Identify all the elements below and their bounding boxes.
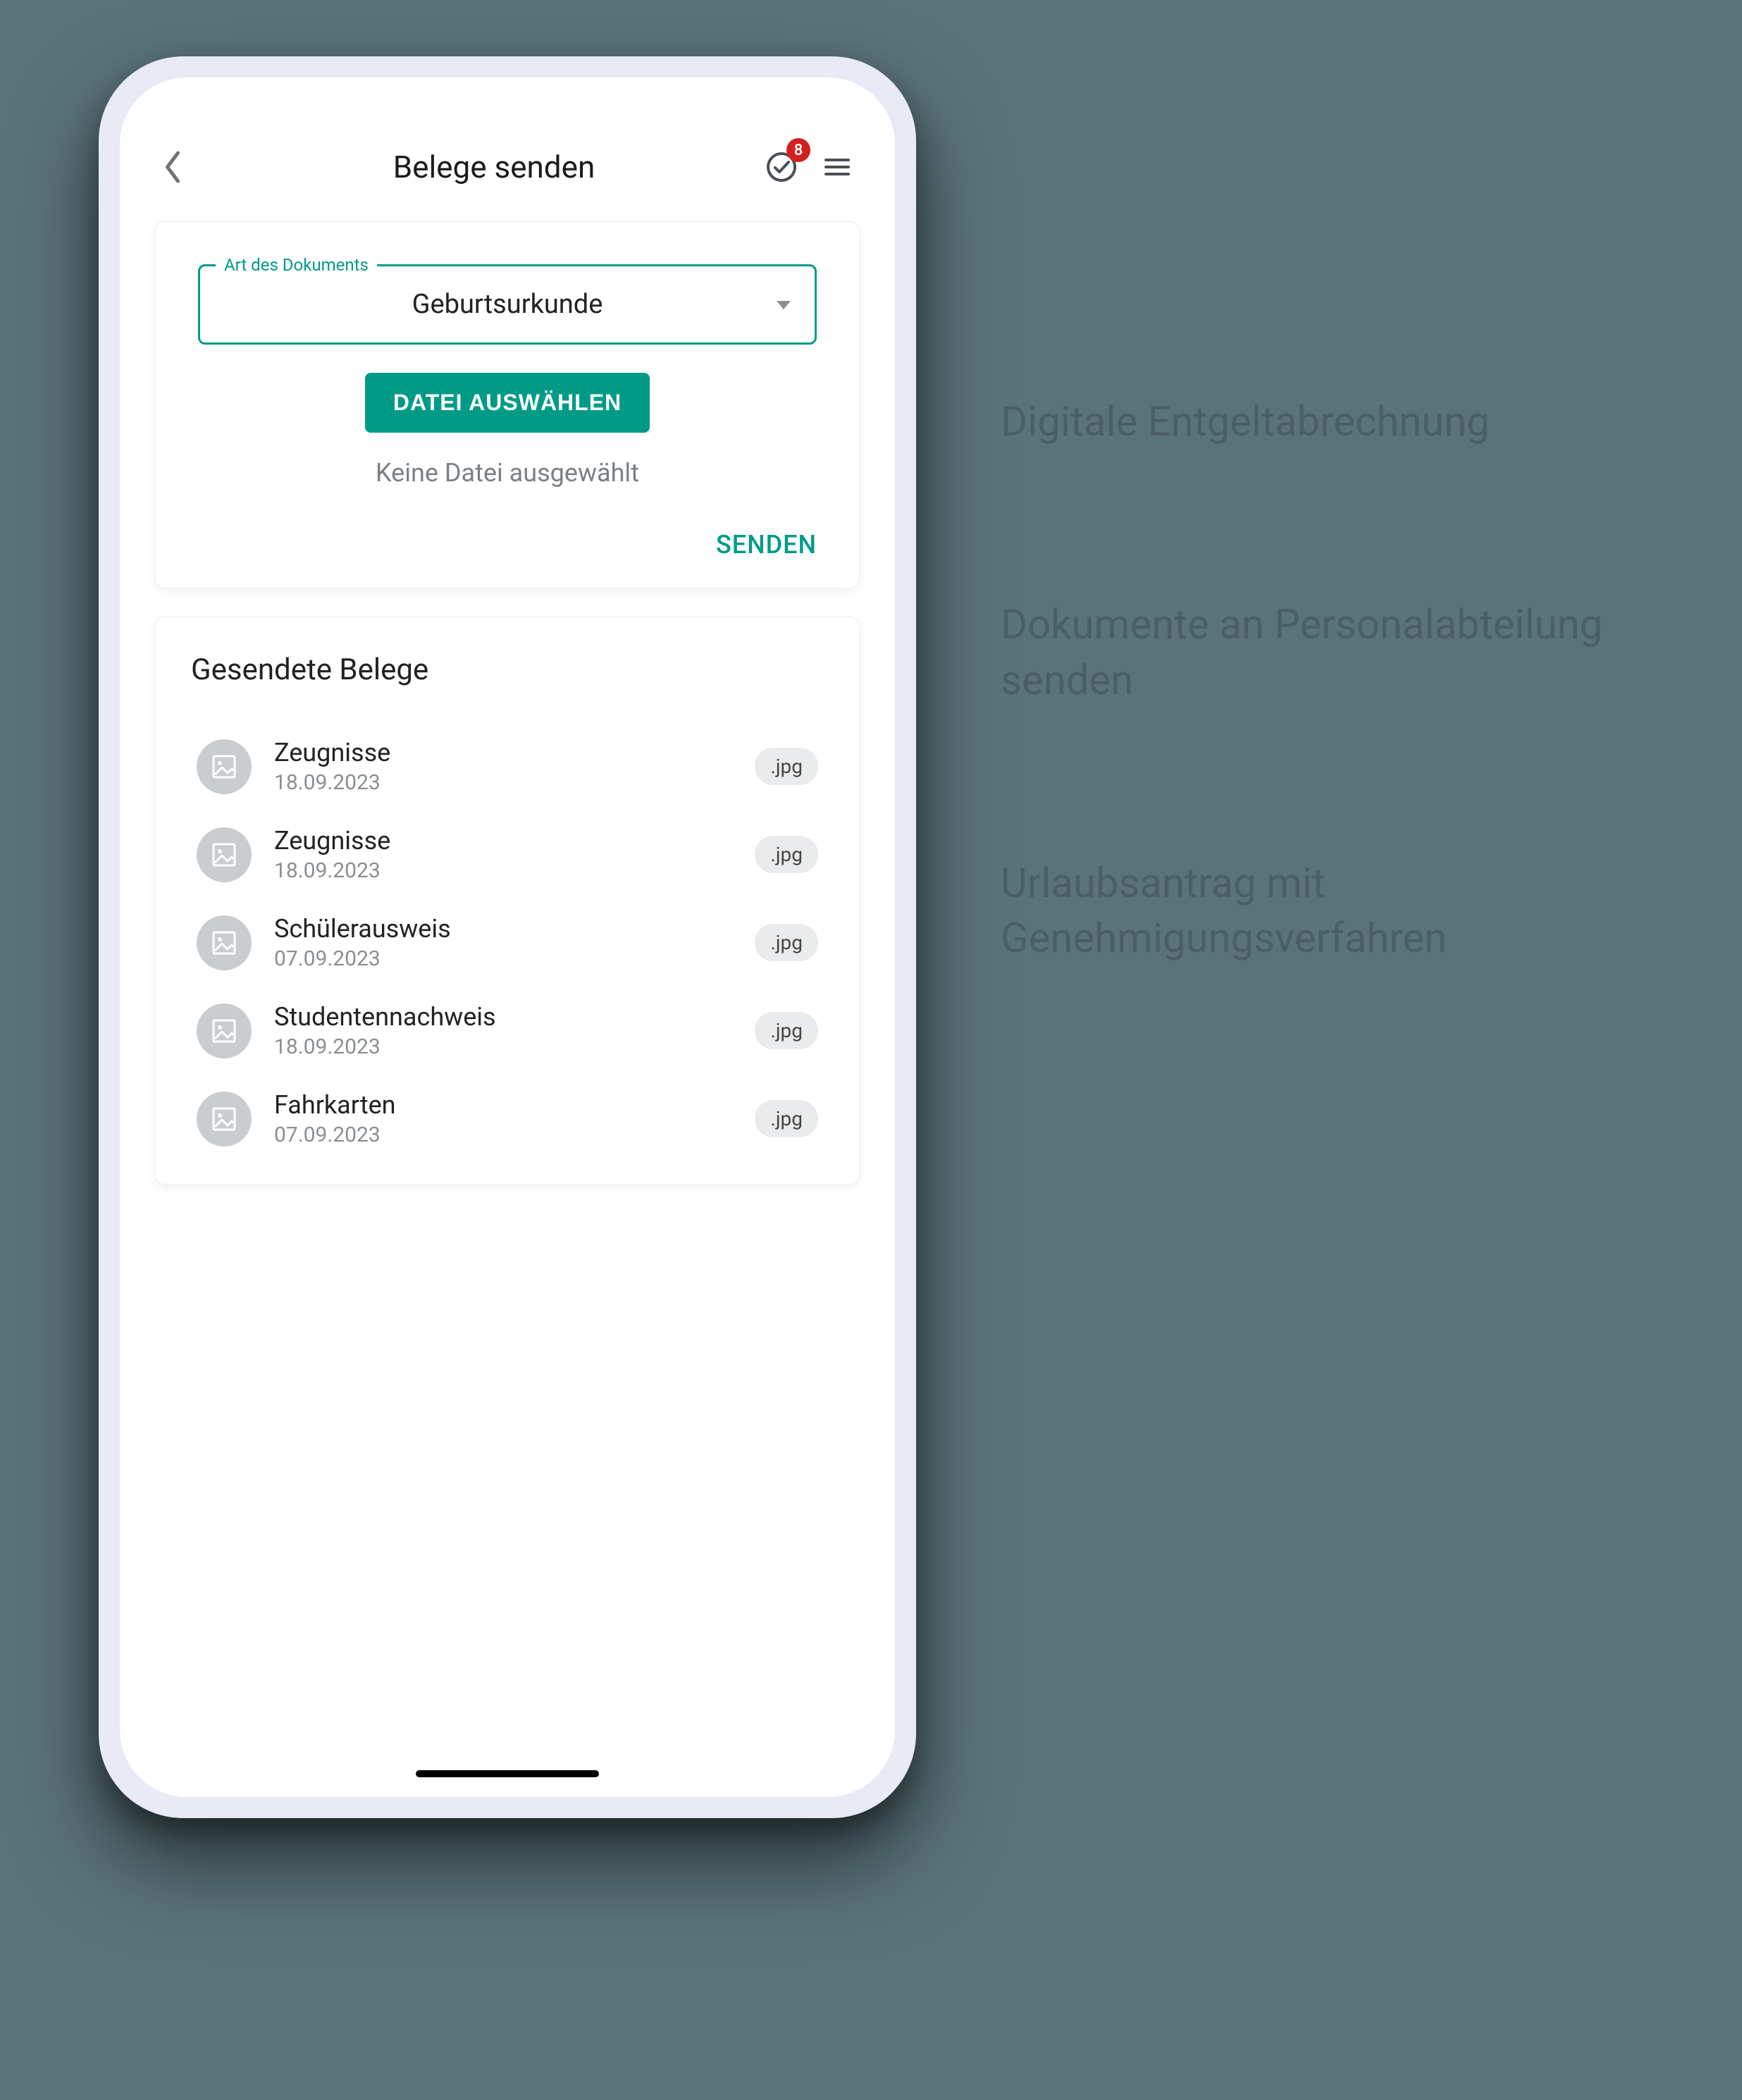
- document-meta: Studentennachweis18.09.2023: [274, 1002, 732, 1059]
- image-icon: [197, 1092, 252, 1147]
- sent-heading: Gesendete Belege: [191, 653, 824, 687]
- document-title: Schülerausweis: [274, 914, 732, 944]
- document-date: 07.09.2023: [274, 1123, 732, 1147]
- field-legend: Art des Dokuments: [216, 255, 377, 275]
- document-meta: Zeugnisse18.09.2023: [274, 826, 732, 883]
- document-type-select[interactable]: Art des Dokuments Geburtsurkunde: [198, 264, 817, 345]
- document-meta: Schülerausweis07.09.2023: [274, 914, 732, 971]
- file-extension-badge: .jpg: [755, 924, 818, 961]
- image-icon: [197, 739, 252, 794]
- send-button[interactable]: SENDEN: [198, 523, 817, 560]
- page-title: Belege senden: [226, 149, 762, 185]
- file-extension-badge: .jpg: [755, 1100, 818, 1137]
- document-row[interactable]: Zeugnisse18.09.2023 .jpg: [191, 810, 824, 898]
- caption-3: Urlaubsantrag mit Genehmigungsverfahren: [1001, 856, 1705, 967]
- app-header: Belege senden 8: [155, 120, 860, 221]
- chevron-left-icon: [162, 149, 183, 185]
- image-icon: [197, 827, 252, 882]
- side-captions: Digitale Entgeltabrechnung Dokumente an …: [1001, 56, 1705, 966]
- document-title: Zeugnisse: [274, 738, 732, 767]
- document-row[interactable]: Fahrkarten 07.09.2023 .jpg: [191, 1075, 824, 1163]
- file-extension-badge: .jpg: [755, 748, 818, 785]
- phone-screen: Belege senden 8: [120, 78, 895, 1797]
- caret-down-icon: [774, 298, 793, 311]
- home-indicator: [416, 1770, 599, 1777]
- document-date: 18.09.2023: [274, 1034, 732, 1059]
- document-date: 07.09.2023: [274, 946, 732, 971]
- file-extension-badge: .jpg: [755, 1012, 818, 1049]
- caption-2: Dokumente an Personalabteilung senden: [1001, 598, 1705, 708]
- caption-1: Digitale Entgeltabrechnung: [1001, 395, 1705, 450]
- no-file-hint: Keine Datei ausgewählt: [198, 458, 817, 488]
- file-extension-badge: .jpg: [755, 836, 818, 873]
- document-title: Fahrkarten: [274, 1090, 732, 1120]
- document-row[interactable]: Schülerausweis07.09.2023 .jpg: [191, 898, 824, 987]
- document-title: Zeugnisse: [274, 826, 732, 856]
- field-value: Geburtsurkunde: [220, 289, 795, 320]
- back-button[interactable]: [162, 149, 183, 185]
- sent-documents-card: Gesendete Belege Zeugnisse18.09.2023.jpg…: [155, 617, 860, 1185]
- hamburger-icon: [822, 152, 853, 183]
- document-row[interactable]: Studentennachweis18.09.2023 .jpg: [191, 987, 824, 1075]
- image-icon: [197, 1003, 252, 1058]
- document-meta: Zeugnisse 18.09.2023: [274, 738, 732, 795]
- notification-badge: 8: [786, 138, 810, 162]
- status-button[interactable]: 8: [762, 148, 801, 186]
- choose-file-button[interactable]: DATEI AUSWÄHLEN: [365, 373, 650, 433]
- document-date: 18.09.2023: [274, 858, 732, 883]
- phone-frame: Belege senden 8: [99, 56, 916, 1818]
- upload-card: Art des Dokuments Geburtsurkunde DATEI A…: [155, 221, 860, 588]
- menu-button[interactable]: [822, 152, 853, 183]
- document-date: 18.09.2023: [274, 770, 732, 795]
- document-meta: Fahrkarten 07.09.2023: [274, 1090, 732, 1147]
- document-title: Studentennachweis: [274, 1002, 732, 1032]
- image-icon: [197, 915, 252, 970]
- document-row[interactable]: Zeugnisse 18.09.2023 .jpg: [191, 722, 824, 810]
